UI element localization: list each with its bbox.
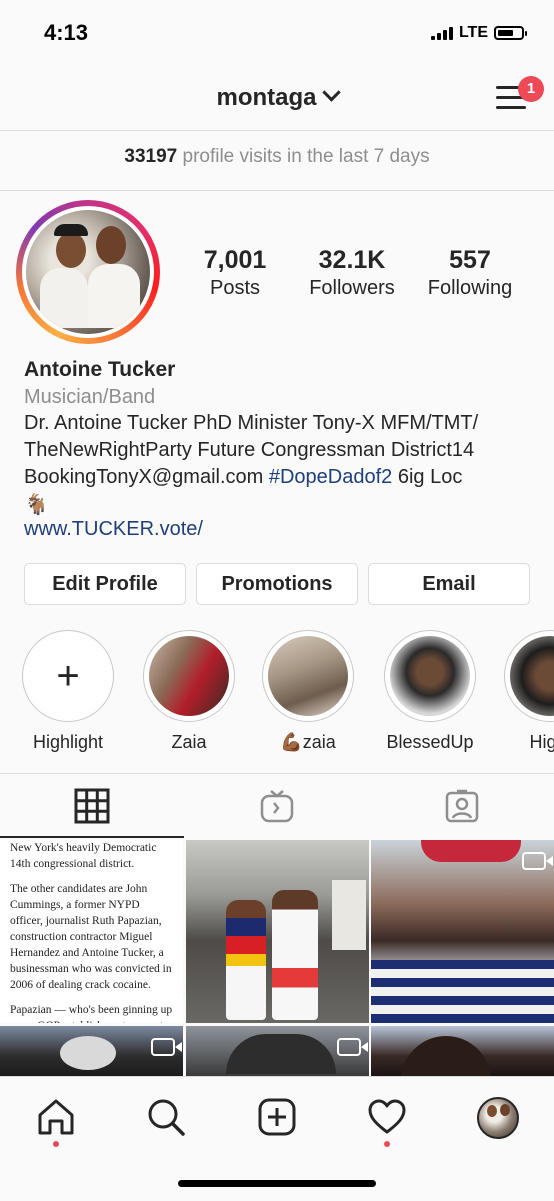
video-icon [151,1038,182,1056]
tagged-person-icon [445,789,479,823]
nav-home[interactable] [36,1097,76,1147]
igtv-icon [260,790,294,823]
divider [0,130,554,131]
notification-dot [384,1141,390,1147]
plus-icon: + [56,654,80,698]
nav-search[interactable] [146,1097,186,1137]
post-thumbnail[interactable] [371,1026,554,1076]
notification-badge: 1 [518,76,544,102]
plus-square-icon [258,1098,296,1136]
email-button[interactable]: Email [368,563,530,605]
post-thumbnail[interactable]: New York's heavily Democratic 14th congr… [0,840,183,1023]
stat-value: 7,001 [203,246,267,274]
active-tab-indicator [0,836,184,838]
network-type: LTE [458,24,488,41]
bio-line: 6ig Loc [392,466,463,488]
nav-activity[interactable] [367,1097,407,1147]
visits-count: 33197 [124,146,178,167]
edit-profile-button[interactable]: Edit Profile [24,563,186,605]
visits-text: profile visits in the last 7 days [182,146,430,167]
heart-icon [368,1099,406,1134]
username-switcher[interactable]: montaga [0,83,554,112]
highlight-label: Highlight [32,732,104,752]
goat-emoji: 🐐 [24,494,49,516]
bio-line: Dr. Antoine Tucker PhD Minister Tony-X M… [24,412,479,434]
chevron-down-icon [321,83,341,102]
stat-label: Posts [209,277,261,299]
tab-grid[interactable] [0,774,184,838]
profile-website-link[interactable]: www.TUCKER.vote/ [24,518,203,541]
bio-hashtag[interactable]: #DopeDadof2 [269,466,392,488]
status-indicators: LTE [430,24,527,42]
battery-icon [494,26,527,40]
home-icon [38,1099,74,1135]
highlight-item[interactable]: Highl [500,630,554,753]
stat-label: Followers [309,277,395,299]
post-thumbnail[interactable] [186,1026,369,1076]
post-thumbnail[interactable] [186,840,369,1023]
notification-dot [53,1141,59,1147]
profile-avatar[interactable] [16,200,160,344]
search-icon [148,1099,185,1136]
stat-value: 32.1K [318,246,386,274]
username: montaga [216,84,317,111]
tab-igtv[interactable] [185,774,369,838]
highlight-new[interactable]: + Highlight [18,630,118,753]
bio-line: TheNewRightParty Future Congressman Dist… [24,439,475,461]
followers-count[interactable]: 32.1K Followers [297,246,407,300]
stat-label: Following [427,277,513,299]
stat-value: 557 [449,246,491,274]
promotions-button[interactable]: Promotions [196,563,358,605]
status-time: 4:13 [44,20,89,45]
article-paragraph: New York's heavily Democratic 14th congr… [10,842,157,870]
highlight-label: Zaia [171,732,207,752]
highlight-item[interactable]: BlessedUp [380,630,480,753]
bio-email: BookingTonyX@gmail.com [24,466,269,488]
post-thumbnail[interactable] [371,840,554,1023]
highlight-item[interactable]: 💪🏾zaia [258,630,358,753]
highlight-label: 💪🏾zaia [280,732,336,752]
post-thumbnail[interactable] [0,1026,183,1076]
highlight-item[interactable]: Zaia [139,630,239,753]
menu-button[interactable]: 1 [496,76,544,112]
divider [0,190,554,191]
following-count[interactable]: 557 Following [415,246,525,300]
highlight-label: BlessedUp [386,732,474,752]
article-paragraph: The other candidates are John Cummings, … [10,883,172,991]
video-icon [522,852,553,870]
profile-tabs [0,774,554,838]
video-icon [337,1038,368,1056]
nav-profile[interactable] [477,1097,519,1139]
profile-bio: Dr. Antoine Tucker PhD Minister Tony-X M… [24,410,534,491]
highlight-label: Highl [529,732,554,752]
profile-name: Antoine Tucker [24,358,176,381]
nav-new-post[interactable] [257,1097,297,1137]
posts-count: 7,001 Posts [180,246,290,300]
profile-visits-banner[interactable]: 33197 profile visits in the last 7 days [0,146,554,168]
home-indicator [178,1180,376,1187]
signal-icon [430,26,453,40]
profile-category: Musician/Band [24,386,156,408]
tab-tagged[interactable] [370,774,554,838]
avatar-image [26,210,150,334]
grid-icon [74,788,110,824]
article-paragraph: Papazian — who's been ginning up some GO… [10,1004,173,1023]
